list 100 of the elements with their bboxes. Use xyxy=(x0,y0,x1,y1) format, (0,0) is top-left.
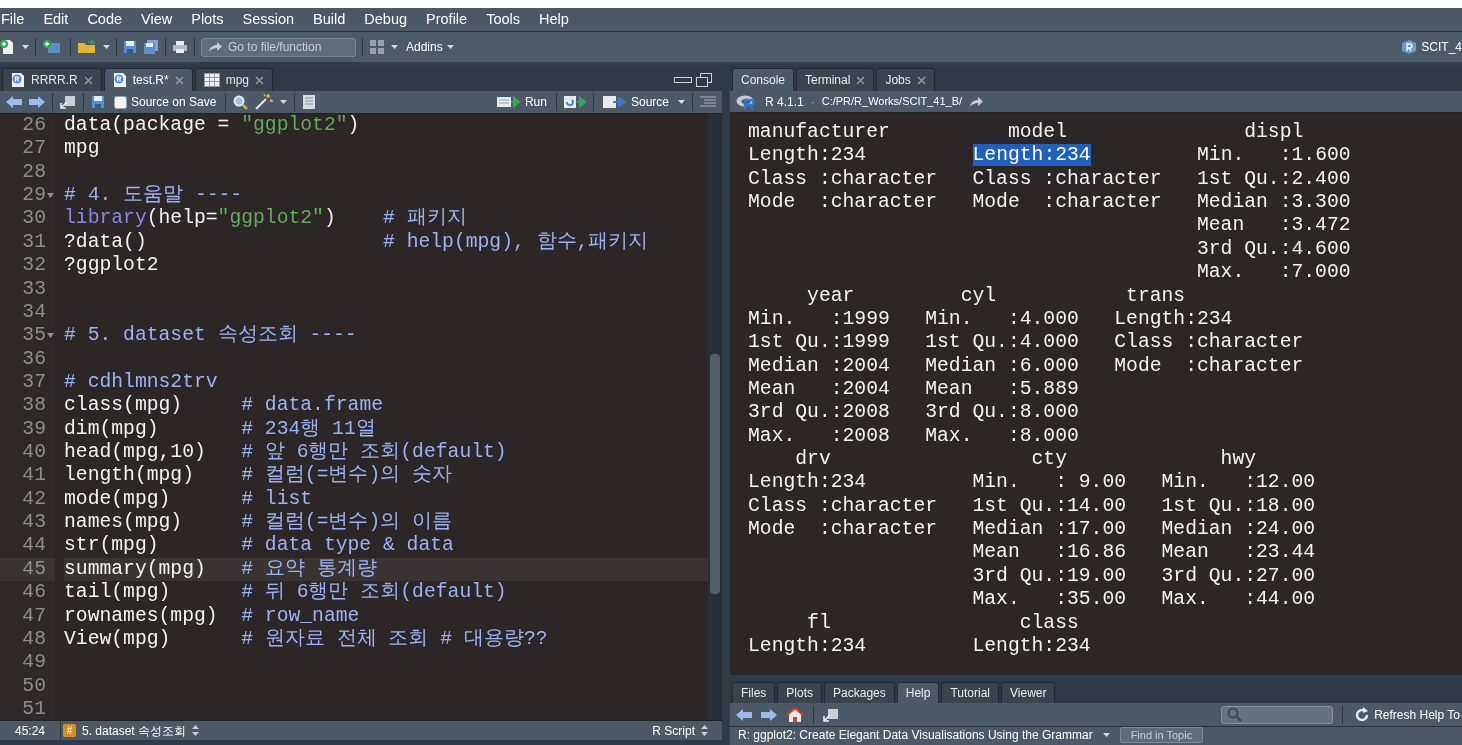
menu-item[interactable]: File xyxy=(0,8,34,31)
code-text: length(mpg) xyxy=(64,464,194,487)
updown-icon xyxy=(701,725,708,736)
source-on-save-checkbox[interactable]: Source on Save xyxy=(112,93,219,111)
menu-item[interactable]: Code xyxy=(87,8,132,31)
menu-item[interactable]: Debug xyxy=(364,8,417,31)
separator-dot: · xyxy=(810,93,815,111)
minimize-icon[interactable] xyxy=(674,77,692,83)
new-file-icon[interactable] xyxy=(0,39,16,55)
console-output: 1st Qu.:1999 1st Qu.:4.000 Class :character xyxy=(748,331,1304,354)
caret-icon[interactable] xyxy=(280,100,288,104)
console-tab[interactable]: Console xyxy=(732,68,795,91)
console-output: Median :2004 Median :6.000 Mode :character xyxy=(748,354,1304,377)
maximize-icon[interactable] xyxy=(696,73,712,87)
console-output: Mode :character Mode :character Median :3.300 xyxy=(748,191,1351,214)
menu-item[interactable]: Session xyxy=(242,8,304,31)
source-icon xyxy=(602,95,627,109)
editor-tab[interactable]: test.R* xyxy=(103,68,193,91)
fold-icon[interactable] xyxy=(47,333,54,339)
help-search-field[interactable] xyxy=(1221,705,1334,724)
menu-item[interactable]: Tools xyxy=(486,8,529,31)
help-pane-tab[interactable]: Tutorial xyxy=(941,682,999,703)
close-icon[interactable] xyxy=(83,75,93,85)
line-number: 26 xyxy=(22,114,46,138)
menu-item[interactable]: View xyxy=(141,8,182,31)
forward-arrow-icon[interactable] xyxy=(761,708,777,721)
script-icon xyxy=(11,72,25,88)
code-comment: # 패키지 xyxy=(383,207,467,230)
console-output: Min. :1999 Min. :4.000 Length:234 xyxy=(748,307,1233,330)
project-menu[interactable]: SCIT_4 xyxy=(1399,38,1462,56)
save-all-icon[interactable] xyxy=(143,39,159,55)
addins-menu[interactable]: Addins xyxy=(404,38,456,56)
code-comment: # cdhlmns2trv xyxy=(64,370,218,393)
console-output: Length:234 Min. : 9.00 Min. :12.00 xyxy=(748,471,1316,494)
save-icon[interactable] xyxy=(123,40,137,54)
home-icon[interactable] xyxy=(786,706,804,723)
code-text: data(package = xyxy=(64,114,230,136)
caret-icon[interactable] xyxy=(391,45,398,49)
show-in-window-icon[interactable] xyxy=(823,707,839,722)
menu-item[interactable]: Plots xyxy=(191,8,233,31)
find-in-topic-field[interactable]: Find in Topic xyxy=(1119,727,1204,743)
save-icon[interactable] xyxy=(91,95,105,109)
console-output: drv cty hwy xyxy=(795,448,1257,471)
console-output: Mode :character Median :17.00 Median :24.00 xyxy=(748,518,1316,541)
line-number: 43 xyxy=(22,511,46,535)
print-icon[interactable] xyxy=(172,40,188,54)
code-comment: # list xyxy=(241,487,313,510)
run-button[interactable]: Run xyxy=(494,93,549,111)
r-version: R 4.1.1 xyxy=(765,93,804,111)
close-icon[interactable] xyxy=(916,75,926,85)
close-icon[interactable] xyxy=(856,75,866,85)
forward-arrow-icon[interactable] xyxy=(29,96,45,108)
help-topic-menu[interactable]: R: ggplot2: Create Elegant Data Visualisations Using the Grammar xyxy=(736,726,1112,744)
menu-item[interactable]: Profile xyxy=(426,8,477,31)
grid-icon[interactable] xyxy=(369,39,385,55)
notebook-icon[interactable] xyxy=(302,94,317,110)
line-number: 46 xyxy=(22,581,46,605)
editor-tab[interactable]: RRRR.R xyxy=(2,68,102,91)
editor-tab[interactable]: mpg xyxy=(194,68,274,91)
source-button[interactable]: Source xyxy=(600,93,671,111)
scrollbar-thumb[interactable] xyxy=(710,354,720,594)
section-menu[interactable]: # 5. dataset 속성조회 xyxy=(61,720,651,741)
help-pane-tab[interactable]: Plots xyxy=(777,682,823,703)
console-tab[interactable]: Jobs xyxy=(876,68,935,91)
help-pane-tab[interactable]: Files xyxy=(732,682,776,703)
help-pane-tab[interactable]: Packages xyxy=(824,682,895,703)
console-tab[interactable]: Terminal xyxy=(796,68,875,91)
show-in-window-icon[interactable] xyxy=(60,95,76,109)
string-literal: "ggplot2" xyxy=(217,207,324,230)
magic-wand-icon[interactable] xyxy=(255,94,274,110)
menu-item[interactable]: Edit xyxy=(43,8,78,31)
go-to-directory-icon[interactable] xyxy=(969,95,984,108)
line-number: 27 xyxy=(22,137,46,161)
code-comment: # 요약 통계량 xyxy=(241,557,377,580)
file-type-menu[interactable]: R Script xyxy=(650,720,722,741)
close-icon[interactable] xyxy=(255,75,265,85)
menu-item[interactable]: Build xyxy=(313,8,355,31)
help-pane-tab[interactable]: Help xyxy=(896,682,940,703)
console-output: Max. :35.00 Max. :44.00 xyxy=(972,588,1316,611)
fold-icon[interactable] xyxy=(47,193,54,199)
back-arrow-icon[interactable] xyxy=(6,96,22,108)
caret-icon[interactable] xyxy=(103,45,110,49)
code-text: View(mpg) xyxy=(64,627,171,650)
menu-item[interactable]: Help xyxy=(539,8,578,31)
line-number: 51 xyxy=(22,698,46,720)
console-output: manufacturer model displ xyxy=(748,121,1304,143)
refresh-help-button[interactable]: Refresh Help To xyxy=(1352,705,1462,724)
caret-icon[interactable] xyxy=(678,100,685,104)
open-folder-icon[interactable] xyxy=(77,40,97,54)
console-output: Min. :1.600 xyxy=(1197,144,1351,167)
rerun-icon[interactable] xyxy=(563,95,586,109)
line-number: 39 xyxy=(22,417,46,442)
back-arrow-icon[interactable] xyxy=(736,708,752,721)
caret-icon[interactable] xyxy=(22,45,29,49)
search-icon[interactable] xyxy=(233,94,249,110)
console-output: fl class xyxy=(807,611,1079,634)
code-text: tail(mpg) xyxy=(64,581,171,604)
help-pane-tab[interactable]: Viewer xyxy=(1001,682,1056,703)
code-comment: # 234행 11열 xyxy=(241,417,376,440)
code-text: ?ggplot2 xyxy=(64,254,159,277)
